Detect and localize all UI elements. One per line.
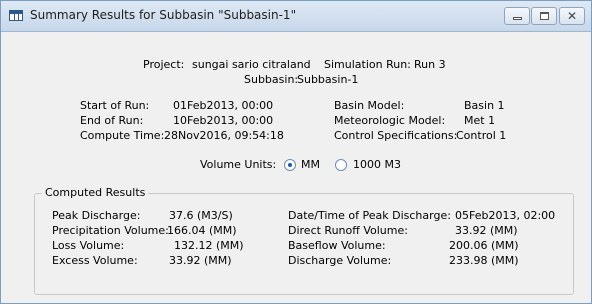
subbasin-value: Subbasin-1	[297, 73, 359, 86]
baseflow-volume-value: 200.06 (MM)	[449, 239, 519, 252]
discharge-volume-value: 233.98 (MM)	[449, 254, 519, 267]
baseflow-volume-label: Baseflow Volume:	[288, 239, 386, 252]
volume-units-label: Volume Units:	[200, 158, 277, 171]
close-icon: ✕	[567, 9, 578, 23]
direct-runoff-volume-label: Direct Runoff Volume:	[288, 224, 408, 237]
excess-volume-value: 33.92 (MM)	[169, 254, 232, 267]
peak-discharge-label: Peak Discharge:	[52, 209, 141, 222]
direct-runoff-volume-value: 33.92 (MM)	[455, 224, 518, 237]
peak-datetime-value: 05Feb2013, 02:00	[455, 209, 556, 222]
control-specifications-label: Control Specifications:	[334, 129, 458, 142]
window-title: Summary Results for Subbasin "Subbasin-1…	[30, 8, 297, 22]
minimize-icon	[513, 17, 522, 20]
volume-units-1000m3-radio[interactable]	[335, 159, 347, 171]
subbasin-label: Subbasin:	[244, 73, 299, 86]
peak-discharge-value: 37.6 (M3/S)	[169, 209, 233, 222]
maximize-icon	[540, 12, 549, 20]
precipitation-volume-label: Precipitation Volume:	[52, 224, 169, 237]
table-window-icon	[9, 10, 23, 21]
peak-datetime-label: Date/Time of Peak Discharge:	[288, 209, 451, 222]
start-of-run-value: 01Feb2013, 00:00	[173, 99, 274, 112]
precipitation-volume-value: 166.04 (MM)	[167, 224, 237, 237]
start-of-run-label: Start of Run:	[80, 99, 150, 112]
basin-model-value: Basin 1	[464, 99, 505, 112]
maximize-button[interactable]	[531, 7, 557, 25]
computed-results-title: Computed Results	[42, 186, 149, 200]
discharge-volume-label: Discharge Volume:	[288, 254, 392, 267]
volume-units-1000m3-label[interactable]: 1000 M3	[353, 158, 401, 172]
loss-volume-label: Loss Volume:	[52, 239, 125, 252]
compute-time-label: Compute Time:	[80, 129, 165, 142]
volume-units-mm-label[interactable]: MM	[301, 158, 320, 172]
minimize-button[interactable]	[504, 7, 530, 25]
project-label: Project:	[143, 58, 185, 71]
compute-time-value: 28Nov2016, 09:54:18	[164, 129, 284, 142]
results-panel: Project: sungai sario citraland Simulati…	[1, 32, 591, 302]
volume-units-mm-radio[interactable]	[284, 159, 296, 171]
project-value: sungai sario citraland	[192, 58, 311, 71]
title-bar[interactable]: Summary Results for Subbasin "Subbasin-1…	[1, 1, 591, 32]
control-specifications-value: Control 1	[456, 129, 507, 142]
close-button[interactable]: ✕	[559, 7, 585, 25]
basin-model-label: Basin Model:	[334, 99, 405, 112]
loss-volume-value: 132.12 (MM)	[174, 239, 244, 252]
end-of-run-value: 10Feb2013, 00:00	[173, 114, 274, 127]
simulation-run-value: Run 3	[414, 58, 446, 71]
meteorologic-model-value: Met 1	[464, 114, 496, 127]
summary-results-window: Summary Results for Subbasin "Subbasin-1…	[0, 0, 592, 304]
simulation-run-label: Simulation Run:	[324, 58, 411, 71]
meteorologic-model-label: Meteorologic Model:	[334, 114, 446, 127]
excess-volume-label: Excess Volume:	[52, 254, 138, 267]
end-of-run-label: End of Run:	[80, 114, 144, 127]
